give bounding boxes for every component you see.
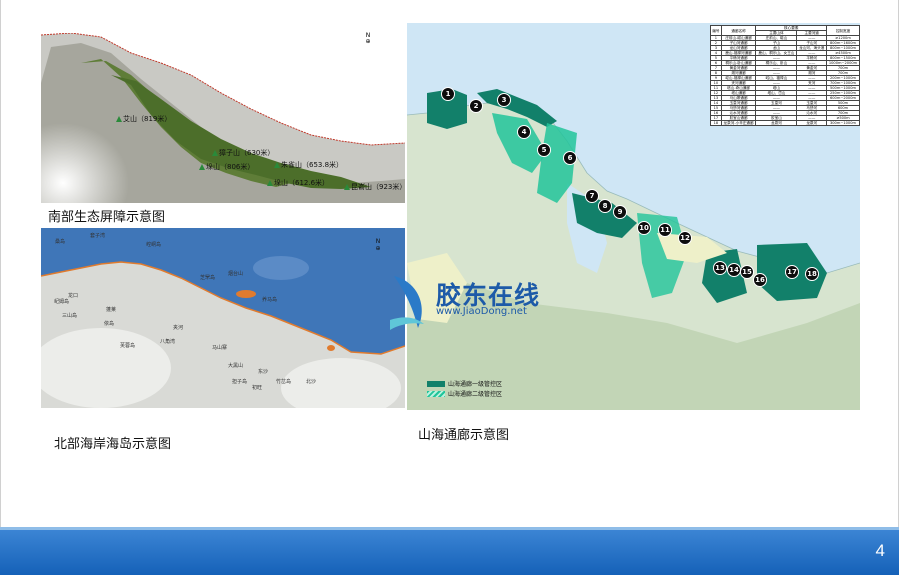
corridor-marker: 15: [740, 265, 754, 279]
island-label: 芙蓉岛: [120, 343, 136, 349]
peak-zhuque-shan: 朱雀山（653.8米）: [274, 160, 343, 170]
table-row: 1 庄前山-磁山通廊 庄前山、磁山 —— ≥1200m: [710, 35, 860, 41]
table-header: 通廊名称: [720, 25, 757, 36]
island-label: 马山寨: [212, 345, 228, 351]
corridor-marker: 11: [658, 223, 672, 237]
corridor-marker: 9: [613, 205, 627, 219]
corridor-marker: 2: [469, 99, 483, 113]
north-coast-map: N ⊕: [41, 228, 405, 408]
watermark-logo: 胶东在线 www.JiaoDong.net: [388, 272, 558, 332]
sail-logo-icon: [390, 276, 424, 330]
island-label: 龙口: [68, 293, 79, 299]
corridor-marker: 4: [517, 125, 531, 139]
table-cell: 800m~1000m: [826, 45, 860, 51]
table-cell: 桐乐山-卧山通廊: [720, 60, 757, 66]
compass-north: N ⊕: [375, 238, 381, 252]
south-barrier-map: N ⊕: [41, 23, 405, 203]
corridor-marker: 17: [785, 265, 799, 279]
peak-zhangzi-shan: 獐子山（630米）: [212, 148, 274, 158]
table-cell: 200m~1000m: [826, 75, 860, 81]
table-row: 9 崆山-福禄山通廊 崆山、福禄山 —— 200m~1000m: [710, 75, 860, 81]
table-cell: 600m~2000m: [826, 95, 860, 101]
table-cell: 鹿山-福禄河通廊: [720, 50, 757, 56]
table-cell: 250m~1000m: [826, 90, 860, 96]
table-cell: 1000m~2000m: [826, 60, 860, 66]
table-row: 6 桐乐山-卧山通廊 桐乐山、卧山 —— 1000m~2000m: [710, 60, 860, 66]
table-cell: 18: [710, 120, 722, 126]
compass-south: N ⊕: [365, 32, 371, 45]
table-header: 控制宽度: [826, 25, 860, 36]
island-label: 三山岛: [62, 313, 78, 319]
corridor-marker: 10: [637, 221, 651, 235]
corridor-marker: 14: [727, 263, 741, 277]
legend-row-level2: 山海通廊二级管控区: [427, 390, 502, 400]
corridor-legend: 山海通廊一级管控区 山海通廊二级管控区: [427, 380, 502, 400]
legend-row-level1: 山海通廊一级管控区: [427, 380, 502, 390]
table-cell: 800m~1600m: [826, 40, 860, 46]
corridor-marker: 18: [805, 267, 819, 281]
table-row: 4 鹿山-福禄河通廊 鹿山、桐乐山、女王山 —— ≥4500m: [710, 50, 860, 56]
island-label: 夹河: [173, 325, 184, 331]
island-label: 担子岛: [232, 379, 248, 385]
island-label: 东沙: [258, 369, 269, 375]
peak-duo-shan-806: 垛山（806米）: [199, 162, 254, 172]
island-label: 崆峒岛: [146, 242, 162, 248]
island-label: 八角湾: [160, 339, 176, 345]
page-frame-left: [0, 0, 1, 527]
table-cell: 龙泉河: [755, 120, 798, 126]
corridor-marker: 16: [753, 273, 767, 287]
watermark-url: www.JiaoDong.net: [436, 306, 527, 317]
caption-north-coast: 北部海岸海岛示意图: [54, 437, 172, 452]
south-barrier-terrain: [41, 23, 405, 203]
footer-rule: [0, 527, 899, 530]
table-cell: 300m~1000m: [826, 120, 860, 126]
island-label: 竹岔岛: [276, 379, 292, 385]
island-label: 初旺: [252, 385, 263, 391]
table-header: 编号: [710, 25, 722, 36]
page-number: 4: [875, 541, 885, 560]
island-label: 养马岛: [262, 297, 278, 303]
peak-ai-shan: 艾山（819米）: [116, 114, 171, 124]
island-label: 北沙: [306, 379, 317, 385]
legend-swatch-hatched: [427, 391, 445, 397]
table-body: 1 庄前山-磁山通廊 庄前山、磁山 —— ≥1200m 2 子山河通廊 子山 子山河 800m~1…: [710, 35, 860, 126]
corridor-table: 编号 通廊名称 核心要素 控制宽度 主要山体 主要河道 1 庄前山-磁山通廊 庄前山…: [710, 25, 860, 126]
island-label: 蓬莱: [106, 307, 117, 313]
peak-kunyu-shan: 昆嵛山（923米）: [344, 182, 406, 192]
table-row: 18 龙泉河-小辛庄通廊 龙泉河 龙泉河 300m~1000m: [710, 120, 860, 126]
corridor-marker: 13: [713, 261, 727, 275]
corridor-marker: 6: [563, 151, 577, 165]
table-cell: 800m~1500m: [826, 55, 860, 61]
table-cell: 庄前山-磁山通廊: [720, 35, 757, 41]
island-label: 烟台山: [228, 271, 244, 277]
caption-south-barrier: 南部生态屏障示意图: [48, 210, 166, 225]
island-label: 桑岛: [55, 239, 66, 245]
footer-bar: 4: [0, 527, 899, 575]
legend-swatch-dark: [427, 381, 445, 387]
island-label: 套子湾: [90, 233, 106, 239]
table-cell: 龙泉河: [796, 120, 828, 126]
island-label: 依岛: [104, 321, 115, 327]
corridor-marker: 7: [585, 189, 599, 203]
table-row: 12 塔山通廊 塔山、岱山 —— 250m~1000m: [710, 90, 860, 96]
island-label: 芝罘岛: [200, 275, 216, 281]
table-cell: 龙泉河-小辛庄通廊: [720, 120, 757, 126]
caption-corridor: 山海通廊示意图: [418, 428, 510, 443]
table-cell: 鹿山、桐乐山、女王山: [755, 50, 798, 56]
corridor-marker: 8: [598, 199, 612, 213]
corridor-marker: 1: [441, 87, 455, 101]
table-cell: 龙山河、海头港: [796, 45, 828, 51]
table-cell: 500m~1000m: [826, 85, 860, 91]
island-label: 屺姆岛: [54, 299, 70, 305]
peak-duo-shan-612: 垛山（612.6米）: [267, 178, 329, 188]
corridor-marker: 12: [678, 231, 692, 245]
north-coast-terrain: [41, 228, 405, 408]
corridor-marker: 5: [537, 143, 551, 157]
table-cell: 700m~1000m: [826, 80, 860, 86]
table-cell: 崆山-福禄山通廊: [720, 75, 757, 81]
corridor-marker: 3: [497, 93, 511, 107]
island-label: 大黑山: [228, 363, 244, 369]
